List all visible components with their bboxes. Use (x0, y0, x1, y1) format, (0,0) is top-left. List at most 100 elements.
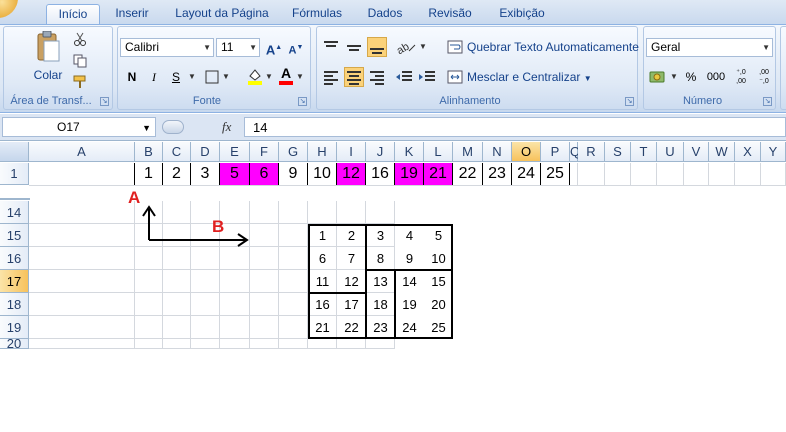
block-cell[interactable]: 4 (395, 224, 424, 247)
column-header-l[interactable]: L (424, 142, 453, 162)
font-dialog-launcher-icon[interactable]: ↘ (298, 97, 307, 106)
cut-icon[interactable] (72, 32, 88, 46)
column-header-c[interactable]: C (163, 142, 191, 162)
block-cell[interactable]: 12 (337, 270, 366, 293)
align-left-icon[interactable] (321, 67, 341, 87)
column-header-r[interactable]: R (578, 142, 605, 162)
paste-icon[interactable] (34, 30, 62, 65)
cell-row1-d[interactable]: 3 (191, 163, 220, 185)
formula-bar-expand-handle[interactable] (162, 120, 184, 134)
column-header-w[interactable]: W (709, 142, 735, 162)
row-header-14[interactable]: 14 (0, 201, 29, 224)
column-header-g[interactable]: G (279, 142, 308, 162)
column-header-q[interactable]: Q (570, 142, 580, 162)
number-dialog-launcher-icon[interactable]: ↘ (763, 97, 772, 106)
increase-indent-icon[interactable] (417, 67, 437, 87)
block-cell[interactable]: 6 (308, 247, 337, 270)
block-cell[interactable]: 7 (337, 247, 366, 270)
merge-center-icon[interactable] (447, 69, 463, 85)
block-cell[interactable]: 20 (424, 293, 453, 316)
block-cell[interactable]: 23 (366, 316, 395, 339)
chevron-down-icon[interactable]: ▼ (222, 72, 230, 81)
row-header-16[interactable]: 16 (0, 247, 29, 270)
column-header-f[interactable]: F (250, 142, 279, 162)
bold-button[interactable]: N (122, 67, 142, 87)
column-header-d[interactable]: D (191, 142, 220, 162)
select-all-corner[interactable] (0, 142, 29, 162)
column-header-x[interactable]: X (735, 142, 761, 162)
row-header-1[interactable]: 1 (0, 163, 29, 185)
column-header-t[interactable]: T (631, 142, 657, 162)
tab-inserir[interactable]: Inserir (108, 4, 156, 24)
wrap-text-icon[interactable] (447, 39, 463, 55)
name-box[interactable]: O17 ▼ (2, 117, 156, 137)
cell-row1-k[interactable]: 19 (395, 163, 424, 185)
column-header-v[interactable]: V (684, 142, 709, 162)
cell-row1-f[interactable]: 6 (250, 163, 279, 185)
block-cell[interactable]: 22 (337, 316, 366, 339)
font-color-button[interactable]: A (278, 65, 294, 85)
column-header-u[interactable]: U (657, 142, 684, 162)
copy-icon[interactable] (72, 54, 88, 68)
row-header-18[interactable]: 18 (0, 293, 29, 316)
tab-formulas[interactable]: Fórmulas (284, 4, 350, 24)
row-header-17[interactable]: 17 (0, 270, 29, 293)
column-header-y[interactable]: Y (761, 142, 786, 162)
block-cell[interactable]: 16 (308, 293, 337, 316)
column-header-o[interactable]: O (512, 142, 541, 162)
accounting-format-icon[interactable] (648, 69, 668, 85)
row-header-20[interactable]: 20 (0, 337, 29, 350)
block-cell[interactable]: 2 (337, 224, 366, 247)
percent-style-button[interactable]: % (680, 67, 702, 87)
cell-row1-m[interactable]: 22 (453, 163, 483, 185)
cell-row1-e[interactable]: 5 (220, 163, 250, 185)
chevron-down-icon[interactable]: ▼ (188, 72, 196, 81)
chevron-down-icon[interactable]: ▼ (265, 72, 273, 81)
block-cell[interactable]: 9 (395, 247, 424, 270)
font-name-select[interactable]: Calibri ▼ (120, 38, 214, 57)
align-right-icon[interactable] (367, 67, 387, 87)
align-bottom-icon[interactable] (367, 37, 387, 57)
column-header-e[interactable]: E (220, 142, 250, 162)
decrease-decimal-button[interactable]: ,00 ⁻,0 (753, 67, 775, 87)
font-size-select[interactable]: 11 ▼ (216, 38, 260, 57)
block-cell[interactable]: 10 (424, 247, 453, 270)
column-header-j[interactable]: J (366, 142, 395, 162)
tab-inicio[interactable]: Início (46, 4, 100, 24)
cell-row1-c[interactable]: 2 (163, 163, 191, 185)
insert-function-button[interactable]: fx (222, 117, 240, 137)
orientation-icon[interactable]: ab (395, 37, 419, 57)
chevron-down-icon[interactable]: ▼ (670, 72, 678, 81)
column-header-b[interactable]: B (135, 142, 163, 162)
fill-color-icon[interactable] (246, 67, 264, 85)
block-cell[interactable]: 25 (424, 316, 453, 339)
cell-a1[interactable] (29, 163, 135, 185)
cell-row1-j[interactable]: 16 (366, 163, 395, 185)
column-header-n[interactable]: N (483, 142, 512, 162)
row-header-15[interactable]: 15 (0, 224, 29, 247)
paste-button[interactable]: Colar (26, 65, 70, 85)
wrap-text-button[interactable]: Quebrar Texto Automaticamente (467, 39, 639, 55)
block-cell[interactable]: 13 (366, 270, 395, 293)
number-format-select[interactable]: Geral ▼ (646, 38, 773, 57)
block-cell[interactable]: 11 (308, 270, 337, 293)
align-center-icon[interactable] (344, 67, 364, 87)
grow-font-button[interactable]: A▲ (264, 38, 284, 58)
increase-decimal-button[interactable]: ⁺,0 ,00 (730, 67, 752, 87)
cell-row1-o[interactable]: 24 (512, 163, 541, 185)
chevron-down-icon[interactable]: ▼ (296, 72, 304, 81)
merge-center-button[interactable]: Mesclar e Centralizar ▼ (467, 69, 592, 85)
block-cell[interactable]: 1 (308, 224, 337, 247)
column-header-p[interactable]: P (541, 142, 570, 162)
block-cell[interactable]: 19 (395, 293, 424, 316)
underline-button[interactable]: S (166, 67, 186, 87)
block-cell[interactable]: 21 (308, 316, 337, 339)
tab-exibicao[interactable]: Exibição (492, 4, 552, 24)
format-painter-icon[interactable] (72, 75, 88, 89)
shrink-font-button[interactable]: A▼ (286, 38, 306, 58)
block-cell[interactable]: 15 (424, 270, 453, 293)
column-header-a[interactable]: A (29, 142, 135, 162)
cell-row1-b[interactable]: 1 (135, 163, 163, 185)
block-cell[interactable]: 14 (395, 270, 424, 293)
cell-row1-p[interactable]: 25 (541, 163, 570, 185)
